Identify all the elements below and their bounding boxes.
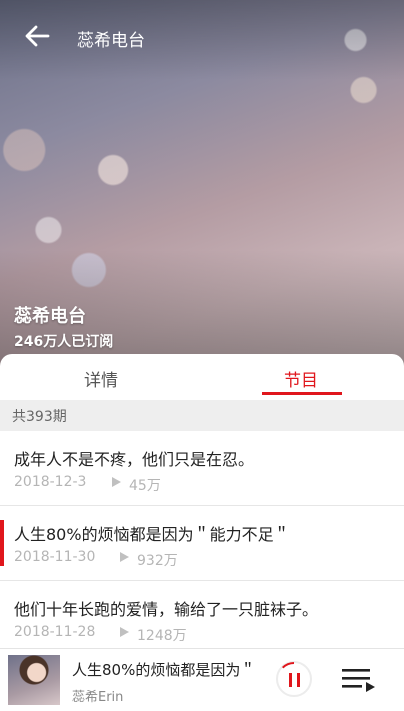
playlist-icon: [342, 669, 375, 692]
playlist-button[interactable]: [342, 667, 376, 693]
episode-play-count: 932万: [137, 553, 178, 569]
episode-play-count: 1248万: [137, 628, 187, 644]
episode-count: 共393期: [12, 409, 67, 425]
play-icon: [112, 477, 121, 487]
back-arrow-icon: [25, 25, 50, 47]
pause-icon: [289, 673, 301, 687]
subscriber-count: 246万人已订阅: [14, 334, 114, 350]
page-title: 蕊希电台: [77, 31, 145, 51]
hero-top-shade: [0, 0, 404, 80]
pause-button[interactable]: [276, 661, 312, 697]
player-cover-art[interactable]: [8, 655, 60, 705]
episode-date: 2018-11-28: [14, 624, 96, 640]
episode-date: 2018-12-3: [14, 474, 87, 490]
now-playing-indicator: [0, 520, 4, 566]
episode-title: 人生80%的烦恼都是因为＂能力不足＂: [14, 525, 290, 544]
player-track-title[interactable]: 人生80%的烦恼都是因为＂: [72, 659, 270, 680]
episode-title: 成年人不是不疼，他们只是在忍。: [14, 450, 255, 469]
tab-bar: 详情 节目: [0, 354, 404, 400]
episode-count-bar: 共393期: [0, 400, 404, 431]
tab-details[interactable]: 详情: [84, 366, 118, 391]
back-button[interactable]: [22, 22, 52, 50]
active-tab-indicator: [262, 392, 342, 395]
mini-player: 人生80%的烦恼都是因为＂ 蕊希Erin: [0, 648, 404, 711]
episode-play-count: 45万: [129, 478, 161, 494]
play-icon: [120, 627, 129, 637]
play-icon: [120, 552, 129, 562]
episode-item[interactable]: 成年人不是不疼，他们只是在忍。 2018-12-3 45万: [0, 431, 404, 506]
player-artist: 蕊希Erin: [72, 690, 124, 705]
episode-item-playing[interactable]: 人生80%的烦恼都是因为＂能力不足＂ 2018-11-30 932万: [0, 506, 404, 581]
episode-item[interactable]: 他们十年长跑的爱情，输给了一只脏袜子。 2018-11-28 1248万: [0, 581, 404, 656]
episode-date: 2018-11-30: [14, 549, 96, 565]
radio-name: 蕊希电台: [14, 306, 86, 327]
hero-banner: 蕊希电台 蕊希电台 246万人已订阅: [0, 0, 404, 370]
tab-programs[interactable]: 节目: [284, 366, 318, 391]
episode-title: 他们十年长跑的爱情，输给了一只脏袜子。: [14, 600, 319, 619]
